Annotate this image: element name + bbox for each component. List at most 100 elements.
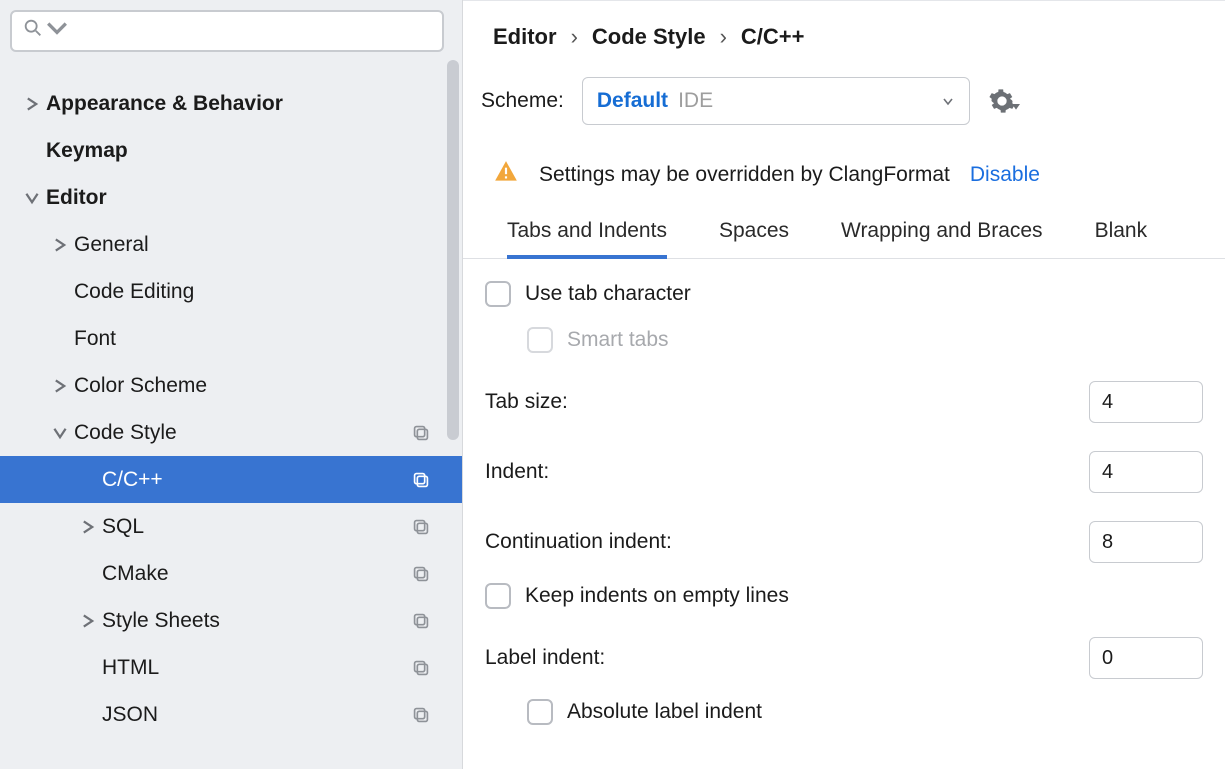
- chevron-right-icon: [74, 614, 102, 628]
- tab-blank[interactable]: Blank: [1095, 219, 1148, 258]
- breadcrumb-item[interactable]: Editor: [493, 24, 557, 50]
- tab-spaces[interactable]: Spaces: [719, 219, 789, 258]
- checkbox-label: Absolute label indent: [567, 700, 762, 724]
- sidebar-scrollbar[interactable]: [444, 60, 462, 769]
- search-caret-icon: [46, 17, 68, 45]
- tree-item-font[interactable]: Font: [0, 315, 462, 362]
- tree-item-general[interactable]: General: [0, 221, 462, 268]
- checkbox-label: Smart tabs: [567, 328, 669, 352]
- absolute-label-indent-row[interactable]: Absolute label indent: [485, 699, 1203, 725]
- warning-banner: Settings may be overridden by ClangForma…: [463, 125, 1225, 191]
- continuation-indent-row: Continuation indent: 8: [485, 513, 1203, 563]
- tab-tabs-indents[interactable]: Tabs and Indents: [507, 219, 667, 259]
- warning-text: Settings may be overridden by ClangForma…: [539, 163, 950, 187]
- absolute-label-checkbox[interactable]: [527, 699, 553, 725]
- scheme-value: Default: [597, 89, 668, 113]
- chevron-right-icon: [18, 97, 46, 111]
- search-container: [0, 0, 462, 60]
- chevron-right-icon: [74, 520, 102, 534]
- chevron-down-icon: [941, 89, 955, 113]
- tree-item-json[interactable]: JSON: [0, 691, 462, 738]
- field-value: 4: [1102, 391, 1113, 414]
- keep-indents-row[interactable]: Keep indents on empty lines: [485, 583, 1203, 609]
- checkbox-label: Use tab character: [525, 282, 691, 306]
- chevron-down-icon: [46, 426, 74, 440]
- field-label: Indent:: [485, 460, 1089, 484]
- tree-item-cmake[interactable]: CMake: [0, 550, 462, 597]
- warning-disable-link[interactable]: Disable: [970, 163, 1040, 187]
- search-input[interactable]: [10, 10, 444, 52]
- field-value: 4: [1102, 461, 1113, 484]
- scheme-actions-button[interactable]: [988, 85, 1020, 117]
- scheme-label: Scheme:: [481, 89, 564, 113]
- tree-item-ccpp[interactable]: C/C++: [0, 456, 462, 503]
- scheme-copy-icon: [410, 422, 432, 444]
- breadcrumb-item[interactable]: Code Style: [592, 24, 706, 50]
- field-value: 0: [1102, 647, 1113, 670]
- tree-label: Keymap: [46, 139, 432, 163]
- tree-label: General: [74, 233, 432, 257]
- scheme-copy-icon: [410, 610, 432, 632]
- scheme-copy-icon: [410, 657, 432, 679]
- scheme-scope: IDE: [678, 89, 713, 113]
- search-icon: [22, 17, 44, 45]
- chevron-right-icon: [46, 379, 74, 393]
- tab-size-row: Tab size: 4: [485, 373, 1203, 423]
- field-label: Label indent:: [485, 646, 1089, 670]
- label-indent-input[interactable]: 0: [1089, 637, 1203, 679]
- tree-label: Editor: [46, 186, 432, 210]
- settings-sidebar: Appearance & Behavior Keymap Editor Gene…: [0, 0, 463, 769]
- warning-icon: [493, 159, 519, 191]
- chevron-down-icon: [18, 191, 46, 205]
- breadcrumb-separator: ›: [571, 24, 578, 50]
- field-label: Tab size:: [485, 390, 1089, 414]
- tree-item-appearance[interactable]: Appearance & Behavior: [0, 80, 462, 127]
- breadcrumb-separator: ›: [720, 24, 727, 50]
- scheme-copy-icon: [410, 469, 432, 491]
- scheme-copy-icon: [410, 516, 432, 538]
- tab-wrapping[interactable]: Wrapping and Braces: [841, 219, 1043, 258]
- tree-item-code-editing[interactable]: Code Editing: [0, 268, 462, 315]
- tree-label: Style Sheets: [102, 609, 410, 633]
- tree-item-html[interactable]: HTML: [0, 644, 462, 691]
- scrollbar-thumb[interactable]: [447, 60, 459, 440]
- continuation-indent-input[interactable]: 8: [1089, 521, 1203, 563]
- tabs-indents-form: Use tab character Smart tabs Tab size: 4…: [463, 259, 1225, 725]
- scheme-copy-icon: [410, 704, 432, 726]
- settings-panel: Editor › Code Style › C/C++ Scheme: Defa…: [463, 0, 1225, 769]
- tree-label: CMake: [102, 562, 410, 586]
- tree-item-keymap[interactable]: Keymap: [0, 127, 462, 174]
- indent-input[interactable]: 4: [1089, 451, 1203, 493]
- label-indent-row: Label indent: 0: [485, 629, 1203, 679]
- tree-label: Appearance & Behavior: [46, 92, 432, 116]
- scheme-copy-icon: [410, 563, 432, 585]
- indent-row: Indent: 4: [485, 443, 1203, 493]
- tree-label: JSON: [102, 703, 410, 727]
- tree-item-color-scheme[interactable]: Color Scheme: [0, 362, 462, 409]
- tree-label: Code Editing: [74, 280, 432, 304]
- tree-label: Font: [74, 327, 432, 351]
- use-tab-checkbox[interactable]: [485, 281, 511, 307]
- use-tab-character-row[interactable]: Use tab character: [485, 281, 1203, 307]
- breadcrumb-item[interactable]: C/C++: [741, 24, 805, 50]
- code-style-tabs: Tabs and Indents Spaces Wrapping and Bra…: [463, 191, 1225, 259]
- tree-label: SQL: [102, 515, 410, 539]
- tree-item-code-style[interactable]: Code Style: [0, 409, 462, 456]
- field-label: Continuation indent:: [485, 530, 1089, 554]
- scheme-select[interactable]: Default IDE: [582, 77, 970, 125]
- tree-label: HTML: [102, 656, 410, 680]
- tree-item-editor[interactable]: Editor: [0, 174, 462, 221]
- tree-item-style-sheets[interactable]: Style Sheets: [0, 597, 462, 644]
- breadcrumb: Editor › Code Style › C/C++: [463, 17, 1225, 57]
- smart-tabs-checkbox: [527, 327, 553, 353]
- smart-tabs-row: Smart tabs: [485, 327, 1203, 353]
- scheme-row: Scheme: Default IDE: [463, 57, 1225, 125]
- tree-item-sql[interactable]: SQL: [0, 503, 462, 550]
- keep-indents-checkbox[interactable]: [485, 583, 511, 609]
- tree-label: Color Scheme: [74, 374, 432, 398]
- tab-size-input[interactable]: 4: [1089, 381, 1203, 423]
- tree-label: Code Style: [74, 421, 410, 445]
- tree-label: C/C++: [102, 468, 410, 492]
- settings-tree: Appearance & Behavior Keymap Editor Gene…: [0, 60, 462, 769]
- checkbox-label: Keep indents on empty lines: [525, 584, 789, 608]
